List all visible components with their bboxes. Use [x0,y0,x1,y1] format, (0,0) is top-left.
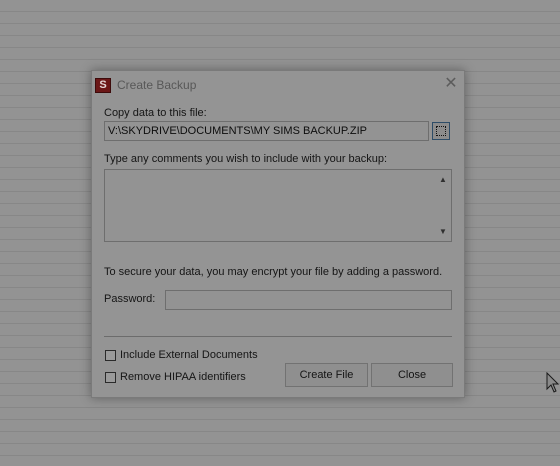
comments-label: Type any comments you wish to include wi… [104,153,388,165]
dialog-title: Create Backup [117,78,197,92]
password-field[interactable] [165,290,452,310]
scroll-down-arrow-icon[interactable]: ▼ [436,226,450,238]
password-label: Password: [104,293,156,305]
remove-hipaa-checkbox[interactable] [105,372,116,383]
create-file-button[interactable]: Create File [285,363,368,387]
browse-ellipsis-icon [436,126,446,136]
divider [104,336,452,337]
remove-hipaa-label[interactable]: Remove HIPAA identifiers [120,371,246,383]
app-logo-icon: S [95,78,111,93]
browse-button[interactable] [432,122,450,140]
close-button[interactable]: Close [371,363,453,387]
copy-data-label: Copy data to this file: [104,107,207,119]
create-backup-dialog: S Create Backup ✕ Copy data to this file… [91,70,465,398]
file-path-field[interactable]: V:\SKYDRIVE\DOCUMENTS\MY SIMS BACKUP.ZIP [104,121,429,141]
comments-textarea[interactable]: ▲ ▼ [104,169,452,242]
include-external-checkbox[interactable] [105,350,116,361]
include-external-label[interactable]: Include External Documents [120,349,258,361]
dialog-titlebar[interactable]: S Create Backup ✕ [92,71,464,99]
mouse-pointer-icon [546,372,560,393]
close-icon[interactable]: ✕ [442,74,460,94]
scroll-up-arrow-icon[interactable]: ▲ [436,174,450,186]
encrypt-note: To secure your data, you may encrypt you… [104,266,443,278]
